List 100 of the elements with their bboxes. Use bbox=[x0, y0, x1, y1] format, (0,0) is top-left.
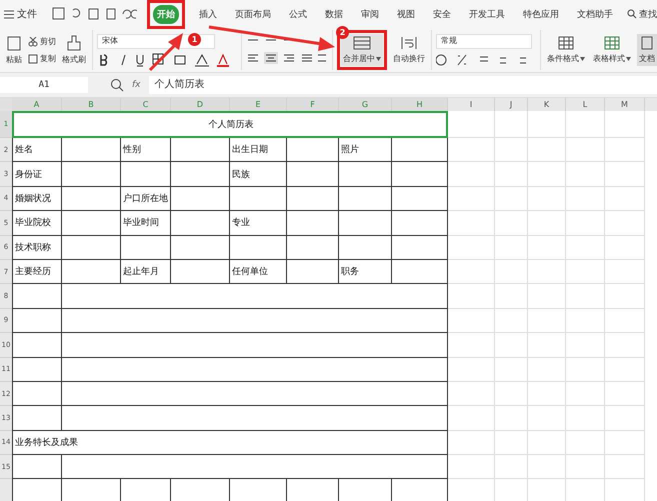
column-header[interactable]: B bbox=[62, 98, 121, 111]
table-cell bbox=[12, 455, 62, 480]
caret-icon bbox=[626, 56, 631, 60]
table-cell: 起止年月 bbox=[121, 260, 171, 284]
number-format-field[interactable]: 常规 bbox=[436, 34, 532, 48]
table-cell bbox=[171, 186, 230, 212]
table-cell: 毕业时间 bbox=[121, 211, 171, 236]
copy-button[interactable]: 复制 bbox=[28, 53, 56, 64]
grid-icon bbox=[558, 36, 574, 50]
table-cell: 业务特长及成果 bbox=[12, 430, 448, 456]
table-cell bbox=[62, 260, 121, 284]
grid-cell bbox=[448, 358, 495, 382]
grid-cell bbox=[605, 406, 645, 431]
ribbon-tab[interactable]: 插入 bbox=[195, 4, 221, 24]
grid-cell bbox=[566, 358, 605, 382]
ribbon-tab[interactable]: 文档助手 bbox=[573, 4, 617, 24]
table-cell bbox=[339, 211, 392, 236]
grid-cell bbox=[448, 333, 495, 358]
paste-button[interactable]: 粘贴 bbox=[4, 33, 24, 67]
table-cell: 主要经历 bbox=[12, 260, 62, 284]
table-cell bbox=[392, 260, 448, 284]
grid-cell bbox=[528, 406, 566, 431]
grid-cell bbox=[528, 260, 566, 284]
column-header[interactable]: I bbox=[448, 98, 495, 111]
grid-cell bbox=[566, 284, 605, 309]
column-header[interactable]: L bbox=[566, 98, 605, 111]
grid-cell bbox=[528, 111, 566, 138]
search-button[interactable]: 查找 bbox=[627, 8, 657, 20]
table-cell bbox=[12, 333, 62, 358]
grid-cell bbox=[566, 138, 605, 162]
column-header[interactable]: K bbox=[528, 98, 566, 111]
table-cell: 出生日期 bbox=[230, 138, 287, 162]
function-label[interactable]: fx bbox=[132, 80, 140, 90]
grid-cell bbox=[528, 430, 566, 456]
column-header[interactable]: J bbox=[495, 98, 528, 111]
ribbon-tab[interactable]: 开始 bbox=[153, 4, 179, 24]
ribbon-tab[interactable]: 审阅 bbox=[357, 4, 383, 24]
document-button[interactable]: 文档 bbox=[637, 34, 657, 66]
name-box[interactable]: A1 bbox=[0, 77, 88, 93]
table-cell bbox=[12, 358, 62, 382]
ribbon-tab[interactable]: 页面布局 bbox=[231, 4, 275, 24]
column-header[interactable]: M bbox=[605, 98, 645, 111]
table-cell bbox=[62, 236, 121, 260]
table-cell bbox=[339, 186, 392, 212]
table-cell: 职务 bbox=[339, 260, 392, 284]
table-cell bbox=[12, 308, 62, 334]
grid-cell bbox=[605, 382, 645, 406]
grid-cell bbox=[495, 260, 528, 284]
wrap-text-button[interactable]: 自动换行 bbox=[391, 34, 427, 66]
grid-cell bbox=[566, 236, 605, 260]
grid-cell bbox=[605, 284, 645, 309]
grid-cell bbox=[566, 111, 605, 138]
grid-cell bbox=[528, 236, 566, 260]
quick-access-icons-drawing[interactable] bbox=[51, 7, 137, 21]
merge-cells-icon bbox=[353, 36, 371, 50]
column-header[interactable]: F bbox=[287, 98, 339, 111]
grid-cell bbox=[495, 162, 528, 187]
grid-cell bbox=[448, 211, 495, 236]
document-icon bbox=[641, 36, 653, 50]
column-header[interactable]: D bbox=[171, 98, 230, 111]
ribbon-tab[interactable]: 特色应用 bbox=[519, 4, 563, 24]
format-painter-button[interactable]: 格式刷 bbox=[60, 33, 88, 67]
grid-cell bbox=[448, 284, 495, 309]
ribbon-tab[interactable]: 数据 bbox=[321, 4, 347, 24]
table-cell bbox=[12, 382, 62, 406]
table-cell: 专业 bbox=[230, 211, 287, 236]
grid-cell bbox=[528, 333, 566, 358]
grid-cell bbox=[566, 406, 605, 431]
search-icon bbox=[627, 9, 637, 19]
ribbon-tab[interactable]: 视图 bbox=[393, 4, 419, 24]
table-cell bbox=[230, 186, 287, 212]
scissors-icon bbox=[28, 36, 38, 46]
table-cell: 户口所在地 bbox=[121, 186, 171, 212]
grid-cell bbox=[448, 455, 495, 480]
conditional-format-button[interactable]: 条件格式 bbox=[545, 34, 587, 66]
grid-cell bbox=[605, 211, 645, 236]
merge-center-button[interactable]: 合并居中 bbox=[341, 34, 383, 66]
grid-cell bbox=[605, 111, 645, 138]
table-cell bbox=[12, 284, 62, 309]
grid-cell bbox=[448, 138, 495, 162]
zoom-icon[interactable] bbox=[110, 78, 124, 92]
grid-cell bbox=[448, 308, 495, 334]
table-style-button[interactable]: 表格样式 bbox=[591, 34, 633, 66]
grid-cell bbox=[605, 236, 645, 260]
grid-cell bbox=[566, 211, 605, 236]
grid-cell bbox=[566, 333, 605, 358]
grid-cell bbox=[528, 382, 566, 406]
wrap-text-icon bbox=[401, 36, 417, 50]
grid-cell bbox=[566, 430, 605, 456]
grid-cell bbox=[495, 138, 528, 162]
grid-cell bbox=[448, 430, 495, 456]
formula-field[interactable]: 个人简历表 bbox=[148, 76, 657, 94]
caret-icon bbox=[376, 56, 381, 60]
table-cell bbox=[392, 211, 448, 236]
file-menu[interactable]: 文件 bbox=[4, 7, 37, 21]
ribbon-tab[interactable]: 安全 bbox=[429, 4, 455, 24]
cut-button[interactable]: 剪切 bbox=[28, 36, 56, 47]
ribbon-tab[interactable]: 开发工具 bbox=[465, 4, 509, 24]
ribbon-tab[interactable]: 公式 bbox=[285, 4, 311, 24]
grid-cell bbox=[448, 236, 495, 260]
